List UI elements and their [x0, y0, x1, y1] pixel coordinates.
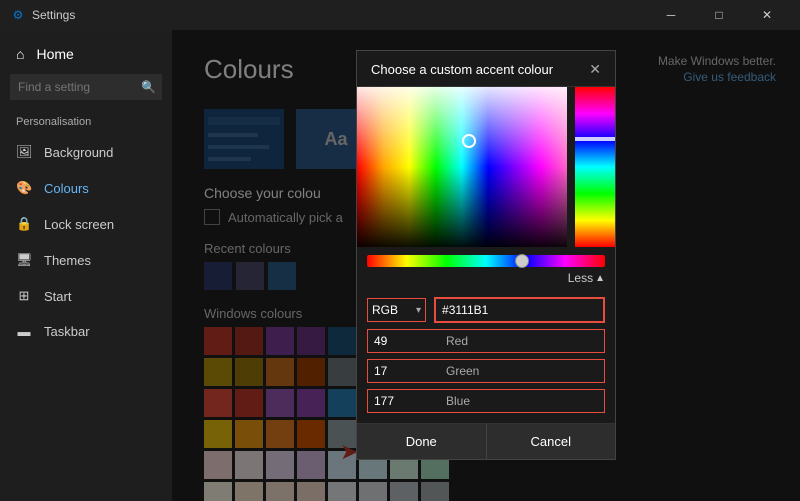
minimize-button[interactable]: ─ [648, 0, 694, 30]
dialog-close-button[interactable]: ✕ [589, 61, 601, 78]
red-label: Red [446, 334, 468, 348]
sidebar-item-colours[interactable]: 🎨 Colours [0, 170, 172, 206]
red-input[interactable] [368, 330, 438, 352]
start-icon: ⊞ [16, 288, 32, 304]
sidebar-section-label: Personalisation [0, 112, 172, 134]
close-button[interactable]: ✕ [744, 0, 790, 30]
hue-slider[interactable] [367, 255, 605, 267]
sidebar-item-taskbar[interactable]: ▬ Taskbar [0, 314, 172, 349]
hue-bar[interactable] [575, 87, 615, 247]
color-inputs: RGB HSL HSV HEX ▾ Red [357, 291, 615, 423]
gradient-cursor [462, 134, 476, 148]
sidebar-item-home[interactable]: ⌂ Home [0, 38, 172, 70]
blue-label: Blue [446, 394, 470, 408]
sidebar-item-label: Taskbar [44, 324, 90, 339]
done-button[interactable]: Done [357, 424, 486, 459]
blue-channel-row: Blue [367, 389, 605, 413]
sidebar: ⌂ Home 🔍 Personalisation 🖼 Background 🎨 … [0, 30, 172, 501]
hex-input[interactable] [436, 299, 603, 321]
sidebar-item-label: Themes [44, 253, 91, 268]
search-container: 🔍 [10, 74, 162, 100]
input-row-top: RGB HSL HSV HEX ▾ [367, 297, 605, 323]
sidebar-item-label: Lock screen [44, 217, 114, 232]
green-input[interactable] [368, 360, 438, 382]
red-channel-row: Red [367, 329, 605, 353]
dialog-header: Choose a custom accent colour ✕ [357, 51, 615, 87]
cancel-button[interactable]: Cancel [486, 424, 616, 459]
slider-row [357, 247, 615, 269]
background-icon: 🖼 [16, 144, 32, 160]
colours-icon: 🎨 [16, 180, 32, 196]
dialog-title: Choose a custom accent colour [371, 62, 553, 77]
title-bar: ⚙ Settings ─ □ ✕ [0, 0, 800, 30]
blue-input[interactable] [368, 390, 438, 412]
settings-icon: ⚙ [10, 7, 26, 23]
maximize-button[interactable]: □ [696, 0, 742, 30]
rgb-select-arrow-icon: ▾ [416, 305, 425, 316]
search-icon: 🔍 [141, 80, 156, 94]
search-input[interactable] [10, 74, 162, 100]
home-icon: ⌂ [16, 46, 24, 62]
sidebar-item-label: Background [44, 145, 113, 160]
title-bar-title: Settings [32, 8, 648, 22]
window-controls: ─ □ ✕ [648, 0, 790, 30]
app-container: ⌂ Home 🔍 Personalisation 🖼 Background 🎨 … [0, 30, 800, 501]
hue-indicator [575, 137, 615, 141]
less-row: Less ▲ [357, 269, 615, 291]
color-picker-gradient[interactable] [357, 87, 615, 247]
hex-input-wrap [434, 297, 605, 323]
dialog-overlay: Choose a custom accent colour ✕ [172, 30, 800, 501]
home-label: Home [36, 46, 73, 62]
dialog-footer: Done Cancel [357, 423, 615, 459]
sidebar-item-lock-screen[interactable]: 🔒 Lock screen [0, 206, 172, 242]
rgb-select-wrap: RGB HSL HSV HEX ▾ [367, 298, 426, 322]
sidebar-item-background[interactable]: 🖼 Background [0, 134, 172, 170]
green-channel-row: Green [367, 359, 605, 383]
color-picker-dialog: Choose a custom accent colour ✕ [356, 50, 616, 460]
rgb-select[interactable]: RGB HSL HSV HEX [368, 299, 416, 321]
green-label: Green [446, 364, 479, 378]
lock-icon: 🔒 [16, 216, 32, 232]
sidebar-item-label: Start [44, 289, 71, 304]
less-label[interactable]: Less [568, 271, 593, 285]
slider-thumb [515, 254, 529, 268]
sidebar-item-start[interactable]: ⊞ Start [0, 278, 172, 314]
less-chevron-icon: ▲ [595, 273, 605, 284]
taskbar-icon: ▬ [16, 324, 32, 339]
sidebar-item-themes[interactable]: 🖥 Themes [0, 242, 172, 278]
sidebar-item-label: Colours [44, 181, 89, 196]
themes-icon: 🖥 [16, 252, 32, 268]
main-content: Colours Aa Choose your colou Automatica [172, 30, 800, 501]
